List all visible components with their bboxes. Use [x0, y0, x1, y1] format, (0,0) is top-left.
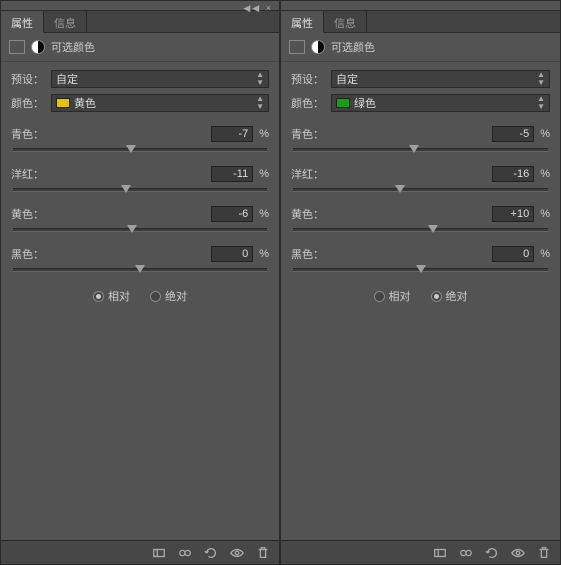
- magenta-input[interactable]: [492, 166, 534, 182]
- footer: [281, 540, 560, 564]
- mode-radios: 相对 绝对: [291, 288, 550, 304]
- radio-absolute[interactable]: 绝对: [150, 288, 187, 304]
- color-select[interactable]: 绿色 ▲▼: [331, 94, 550, 112]
- cyan-input[interactable]: [211, 126, 253, 142]
- cyan-thumb[interactable]: [126, 145, 136, 153]
- slider-magenta: 洋红： %: [11, 166, 269, 192]
- trash-icon[interactable]: [255, 545, 271, 561]
- panel-grip[interactable]: [281, 1, 560, 11]
- yellow-thumb[interactable]: [127, 225, 137, 233]
- color-label: 颜色：: [11, 95, 45, 111]
- panel-right: 属性 信息 可选颜色 预设： 自定 ▲▼ 颜色： 绿色 ▲▼ 青色：: [280, 0, 561, 565]
- panel-left: ◀◀ × 属性 信息 可选颜色 预设： 自定 ▲▼ 颜色： 黄色 ▲▼ 青色：: [0, 0, 280, 565]
- cyan-thumb[interactable]: [409, 145, 419, 153]
- black-thumb[interactable]: [135, 265, 145, 273]
- link-icon[interactable]: [177, 545, 193, 561]
- reset-icon[interactable]: [203, 545, 219, 561]
- preset-label: 预设：: [291, 71, 325, 87]
- slider-cyan: 青色： %: [291, 126, 550, 152]
- black-track[interactable]: [293, 268, 548, 272]
- black-thumb[interactable]: [416, 265, 426, 273]
- layer-icon: [9, 40, 25, 54]
- yellow-input[interactable]: [492, 206, 534, 222]
- adjustment-icon: [311, 40, 325, 54]
- panel-title: 可选颜色: [51, 39, 95, 55]
- visibility-icon[interactable]: [510, 545, 526, 561]
- tab-properties[interactable]: 属性: [1, 11, 44, 33]
- title-row: 可选颜色: [281, 33, 560, 62]
- tabs: 属性 信息: [281, 11, 560, 33]
- radio-relative[interactable]: 相对: [93, 288, 130, 304]
- color-swatch: [56, 98, 70, 108]
- slider-yellow: 黄色： %: [11, 206, 269, 232]
- magenta-thumb[interactable]: [121, 185, 131, 193]
- yellow-track[interactable]: [13, 228, 267, 232]
- tab-properties[interactable]: 属性: [281, 11, 324, 33]
- link-icon[interactable]: [458, 545, 474, 561]
- yellow-input[interactable]: [211, 206, 253, 222]
- preset-select[interactable]: 自定 ▲▼: [331, 70, 550, 88]
- tabs: 属性 信息: [1, 11, 279, 33]
- panel-grip[interactable]: ◀◀ ×: [1, 1, 279, 11]
- radio-absolute[interactable]: 绝对: [431, 288, 468, 304]
- magenta-input[interactable]: [211, 166, 253, 182]
- magenta-track[interactable]: [293, 188, 548, 192]
- reset-icon[interactable]: [484, 545, 500, 561]
- black-input[interactable]: [211, 246, 253, 262]
- clip-icon[interactable]: [432, 545, 448, 561]
- black-track[interactable]: [13, 268, 267, 272]
- slider-magenta: 洋红： %: [291, 166, 550, 192]
- color-swatch: [336, 98, 350, 108]
- trash-icon[interactable]: [536, 545, 552, 561]
- clip-icon[interactable]: [151, 545, 167, 561]
- cyan-input[interactable]: [492, 126, 534, 142]
- title-row: 可选颜色: [1, 33, 279, 62]
- panel-title: 可选颜色: [331, 39, 375, 55]
- slider-black: 黑色： %: [11, 246, 269, 272]
- slider-cyan: 青色： %: [11, 126, 269, 152]
- cyan-track[interactable]: [293, 148, 548, 152]
- mode-radios: 相对 绝对: [11, 288, 269, 304]
- color-select[interactable]: 黄色 ▲▼: [51, 94, 269, 112]
- tab-info[interactable]: 信息: [324, 11, 367, 32]
- magenta-thumb[interactable]: [395, 185, 405, 193]
- magenta-track[interactable]: [13, 188, 267, 192]
- visibility-icon[interactable]: [229, 545, 245, 561]
- slider-black: 黑色： %: [291, 246, 550, 272]
- adjustment-icon: [31, 40, 45, 54]
- black-input[interactable]: [492, 246, 534, 262]
- preset-label: 预设：: [11, 71, 45, 87]
- color-label: 颜色：: [291, 95, 325, 111]
- footer: [1, 540, 279, 564]
- tab-info[interactable]: 信息: [44, 11, 87, 32]
- radio-relative[interactable]: 相对: [374, 288, 411, 304]
- preset-select[interactable]: 自定 ▲▼: [51, 70, 269, 88]
- yellow-track[interactable]: [293, 228, 548, 232]
- layer-icon: [289, 40, 305, 54]
- cyan-track[interactable]: [13, 148, 267, 152]
- slider-yellow: 黄色： %: [291, 206, 550, 232]
- yellow-thumb[interactable]: [428, 225, 438, 233]
